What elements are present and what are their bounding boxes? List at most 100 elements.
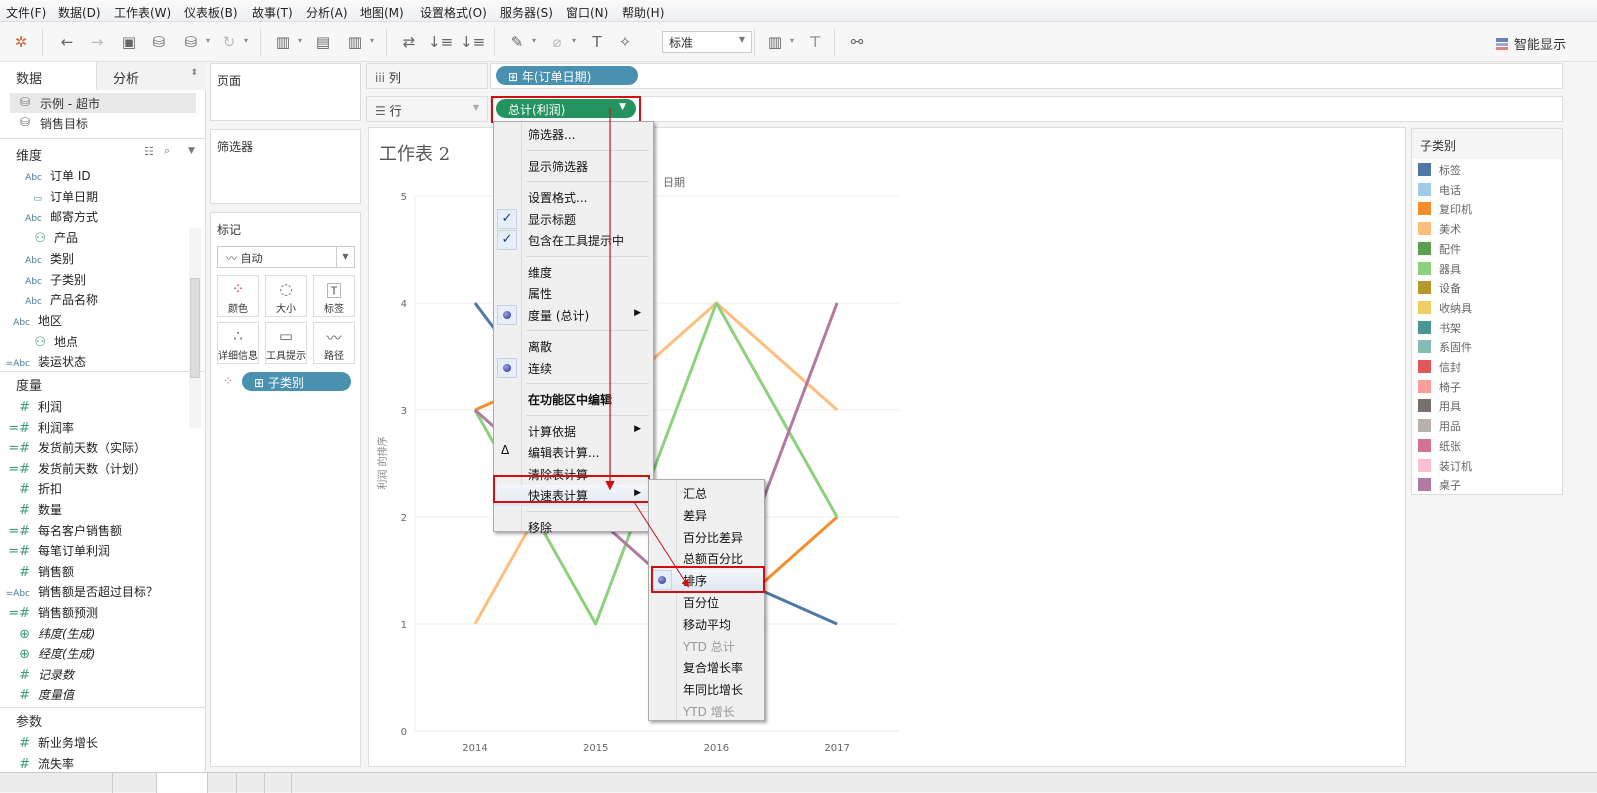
tooltip-button[interactable]: ▭ 工具提示 [265,322,307,364]
back-icon[interactable]: ← [56,31,78,53]
menu-item[interactable]: 故事(T) [252,4,293,21]
field-item[interactable]: =# 每名客户销售额 [0,522,122,542]
menu-item[interactable]: 连续 [494,357,653,379]
clear-sheet-icon[interactable]: ▥ [344,31,366,53]
menu-item[interactable]: 计算依据 ▶ [494,421,653,442]
menu-item[interactable]: 差异 [649,505,764,526]
presentation-icon[interactable]: ⊤ [804,31,826,53]
path-button[interactable]: 〰路径 [313,322,355,364]
legend-item[interactable]: 书架 [1418,320,1461,338]
swap-icon[interactable]: ⇄ [398,31,420,53]
field-item[interactable]: ⌄⚇产品 [16,229,78,249]
menu-item[interactable]: ✓ 显示标题 [494,208,653,230]
legend-item[interactable]: 复印机 [1418,201,1472,219]
field-item[interactable]: # 利润 [0,398,62,418]
field-item[interactable]: ›⚇地点 [16,333,78,353]
rows-shelf[interactable] [490,96,1563,122]
field-item[interactable]: Abc 类别 [12,250,74,270]
pause-updates-icon[interactable]: ⛁ [180,31,202,53]
menu-item[interactable]: Δ 编辑表计算... [494,442,653,463]
search-icon[interactable]: ⌕ [164,144,170,158]
datasource-item[interactable]: ⛁ 销售目标 [10,113,196,133]
legend-item[interactable]: 信封 [1418,359,1461,377]
legend-item[interactable]: 器具 [1418,261,1461,279]
legend-item[interactable]: 美术 [1418,221,1461,239]
menu-item[interactable]: 维度 [494,262,653,283]
refresh-icon[interactable]: ↻ [218,31,240,53]
chevron-down-icon[interactable]: ▼ [188,146,195,156]
chevron-down-icon[interactable]: ▾ [370,36,374,45]
duplicate-sheet-icon[interactable]: ▤ [312,31,334,53]
field-item[interactable]: =# 销售额预测 [0,604,98,624]
group-icon[interactable]: ⌀ [546,31,568,53]
color-pill-subcategory[interactable]: ⊞ 子类别 [242,372,351,391]
menu-item[interactable]: 文件(F) [6,4,46,21]
save-icon[interactable]: ▣ [118,31,140,53]
chevron-down-icon[interactable]: ▾ [790,36,794,45]
menu-item[interactable]: 数据(D) [58,4,101,21]
legend-item[interactable]: 桌子 [1418,477,1461,495]
view-list-icon[interactable]: ☷ [144,145,154,158]
menu-item[interactable]: 设置格式... [494,187,653,208]
datasource-item[interactable]: ⛁ 示例 - 超市 [10,93,196,113]
menu-item[interactable]: 显示筛选器 [494,156,653,177]
new-datasource-icon[interactable]: ⛁ [148,31,170,53]
field-item[interactable]: =# 利润率 [0,419,74,439]
menu-item[interactable]: 百分比差异 [649,527,764,548]
field-item[interactable]: # 折扣 [0,480,62,500]
detail-button[interactable]: ∴ 详细信息 [217,322,259,364]
field-item[interactable]: Abc 产品名称 [12,291,98,311]
tab-data[interactable]: 数据 [0,62,96,90]
menu-item[interactable]: 属性 [494,283,653,304]
field-item[interactable]: Abc 订单 ID [12,167,90,187]
field-item[interactable]: # 销售额 [0,563,74,583]
legend-item[interactable]: 椅子 [1418,379,1461,397]
labels-icon[interactable]: T [586,31,608,53]
menu-item[interactable]: 筛选器... [494,124,653,145]
field-item[interactable]: =Abc 销售额是否超过目标？ [0,583,158,603]
field-item[interactable]: =# 每笔订单利润 [0,542,110,562]
menu-item[interactable]: 汇总 [649,483,764,504]
field-item[interactable]: # 新业务增长 [0,734,98,754]
share-icon[interactable]: ⚯ [846,31,868,53]
menu-item[interactable]: 地图(M) [360,4,404,21]
menu-item[interactable]: 复合增长率 [649,657,764,678]
legend-item[interactable]: 收纳具 [1418,300,1472,318]
columns-pill-year-order-date[interactable]: ⊞ 年(订单日期) [496,66,638,85]
color-button[interactable]: ⁘ 颜色 [217,275,259,317]
columns-shelf[interactable] [490,63,1563,89]
filters-card[interactable]: 筛选器 [210,129,361,204]
chevron-down-icon[interactable]: ▾ [532,36,536,45]
field-item[interactable]: =# 发货前天数（计划） [0,460,146,480]
field-item[interactable]: Abc 地区 [0,312,62,332]
field-item[interactable]: Abc 邮寄方式 [12,208,98,228]
chevron-down-icon[interactable]: ▾ [298,36,302,45]
menu-item[interactable]: ✓ 包含在工具提示中 [494,230,653,251]
menu-item[interactable]: 服务器(S) [500,4,553,21]
chevron-down-icon[interactable]: ▾ [244,36,248,45]
field-item[interactable]: # 记录数 [0,666,74,686]
legend-item[interactable]: 用具 [1418,398,1461,416]
legend-item[interactable]: 用品 [1418,418,1461,436]
label-button[interactable]: 🅃 标签 [313,275,355,317]
sheet-tab-active[interactable] [156,773,208,793]
legend-item[interactable]: 设备 [1418,280,1461,298]
fit-width-icon[interactable]: ▥ [764,31,786,53]
field-item[interactable]: ⊕ 经度(生成) [0,645,95,665]
legend-item[interactable]: 配件 [1418,241,1461,259]
field-item[interactable]: ⊕ 纬度(生成) [0,625,95,645]
menu-item[interactable]: 帮助(H) [622,4,664,21]
size-button[interactable]: ◌ 大小 [265,275,307,317]
forward-icon[interactable]: → [86,31,108,53]
menu-item[interactable]: 离散 [494,336,653,357]
field-item[interactable]: # 数量 [0,501,62,521]
menu-item[interactable]: 分析(A) [306,4,348,21]
menu-item[interactable]: 度量 (总计) ▶ [494,304,653,326]
chevron-down-icon[interactable]: ▾ [206,36,210,45]
show-me-button[interactable]: 智能显示 [1496,34,1566,53]
menu-item[interactable]: 年同比增长 [649,679,764,700]
chevron-down-icon[interactable]: ▾ [572,36,576,45]
highlight-icon[interactable]: ✎ [506,31,528,53]
menu-item[interactable]: 百分位 [649,592,764,613]
pages-card[interactable]: 页面 [210,63,361,121]
